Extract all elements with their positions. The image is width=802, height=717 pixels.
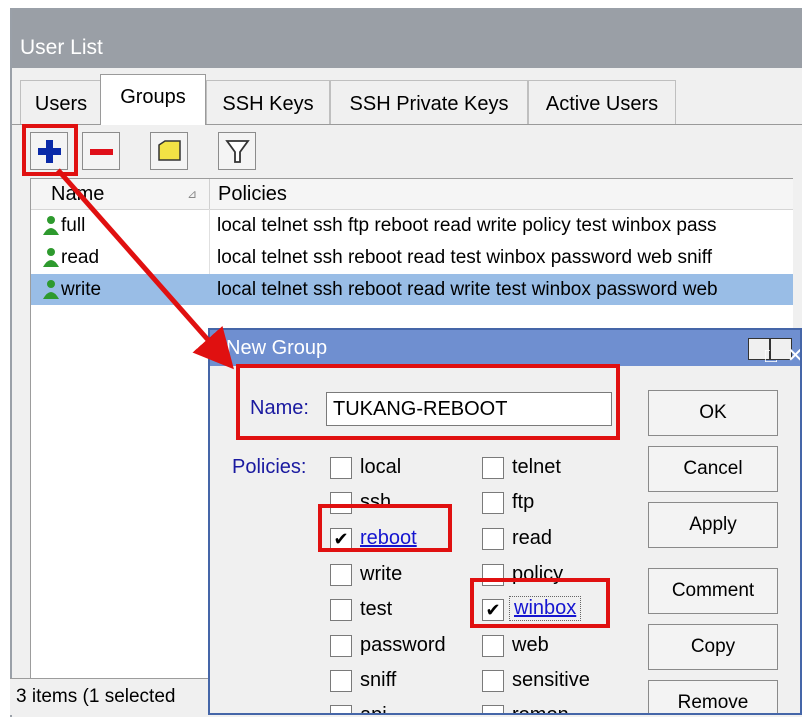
tab-groups-label: Groups <box>120 86 186 108</box>
tab-groups[interactable]: Groups <box>100 74 206 125</box>
